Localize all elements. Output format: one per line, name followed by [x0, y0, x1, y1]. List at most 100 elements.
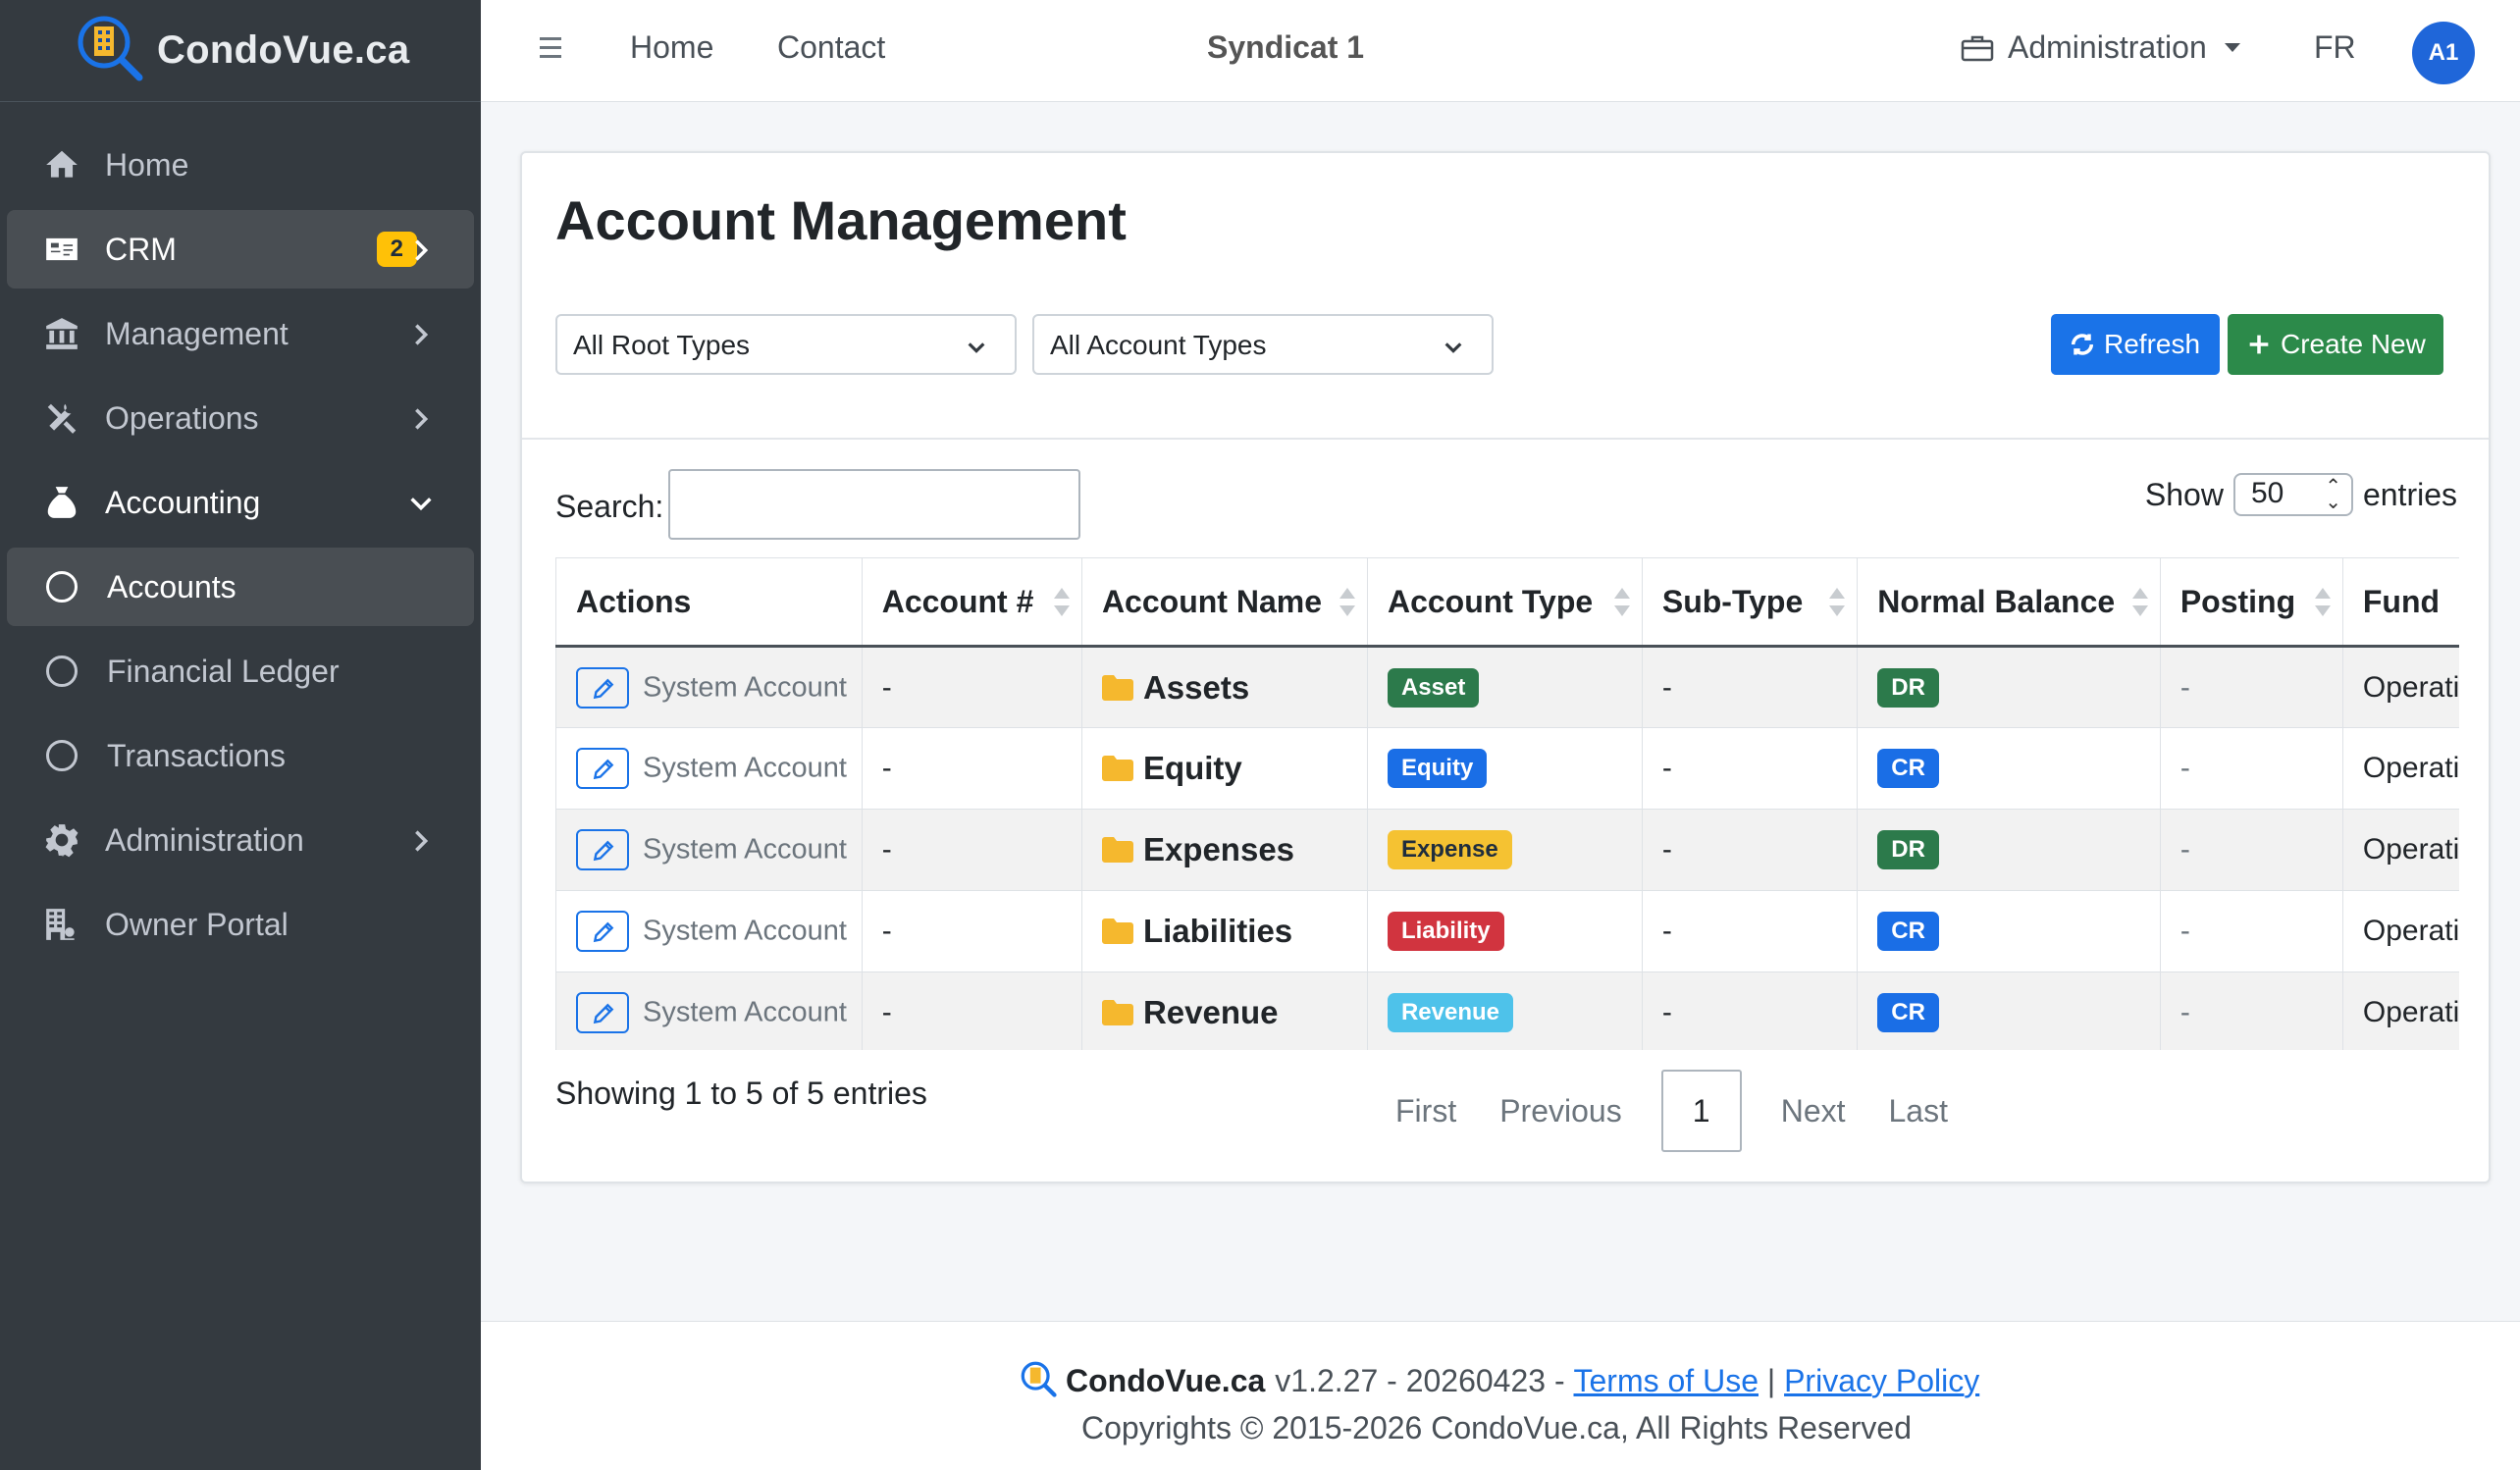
- table-row: System Account - Equity Equity - CR - Op…: [555, 727, 2459, 810]
- folder-icon: [1101, 837, 1133, 863]
- nav-home-link[interactable]: Home: [630, 29, 713, 66]
- edit-button[interactable]: [576, 992, 629, 1033]
- briefcase-icon: [1961, 35, 1994, 61]
- sidebar-item-management[interactable]: Management: [7, 294, 474, 373]
- account-management-card: Account Management All Root Types All Ac…: [520, 151, 2491, 1183]
- current-page-button[interactable]: 1: [1660, 1070, 1742, 1152]
- sidebar-item-label: Accounts: [107, 568, 236, 604]
- account-name-cell[interactable]: Liabilities: [1080, 890, 1368, 972]
- page-length-value: 50: [2250, 477, 2284, 509]
- tools-icon: [42, 398, 81, 438]
- sidebar-item-financial-ledger[interactable]: Financial Ledger: [7, 632, 474, 710]
- chevron-right-icon: [407, 236, 435, 263]
- account-type-badge: Expense: [1387, 830, 1512, 869]
- folder-icon: [1101, 1000, 1133, 1025]
- sub-type-cell: -: [1641, 809, 1859, 891]
- column-header-normal-balance[interactable]: Normal Balance: [1857, 557, 2161, 648]
- administration-dropdown[interactable]: Administration: [1961, 29, 2240, 66]
- privacy-policy-link[interactable]: Privacy Policy: [1784, 1363, 1979, 1399]
- account-type-value: All Account Types: [1050, 330, 1267, 360]
- account-type-cell: Asset: [1366, 646, 1643, 728]
- hamburger-menu-icon[interactable]: [540, 37, 563, 61]
- sidebar-item-label: Operations: [105, 399, 259, 436]
- table-row: System Account - Revenue Revenue - CR - …: [555, 971, 2459, 1050]
- root-type-value: All Root Types: [573, 330, 751, 360]
- sidebar-item-label: CRM: [105, 231, 177, 267]
- edit-button[interactable]: [576, 748, 629, 789]
- sidebar-item-label: Financial Ledger: [107, 653, 340, 689]
- fund-cell: Operating: [2341, 809, 2459, 891]
- normal-balance-cell: CR: [1857, 971, 2161, 1050]
- footer-brand: CondoVue.ca: [1066, 1362, 1266, 1398]
- topbar: Home Contact Syndicat 1 Administration F…: [481, 0, 2520, 102]
- footer-version: v1.2.27 - 20260423 -: [1275, 1362, 1565, 1398]
- sidebar-item-administration[interactable]: Administration: [7, 801, 474, 879]
- nav-contact-link[interactable]: Contact: [777, 29, 885, 66]
- account-type-badge: Equity: [1387, 749, 1488, 788]
- sidebar-item-operations[interactable]: Operations: [7, 379, 474, 457]
- account-number-cell: -: [861, 971, 1082, 1050]
- column-header-sub-type[interactable]: Sub-Type: [1641, 557, 1859, 648]
- page-length-select[interactable]: 50 ⌃ ⌄: [2232, 473, 2353, 516]
- chevron-down-icon: [966, 334, 987, 355]
- normal-balance-badge: DR: [1877, 667, 1939, 708]
- language-toggle[interactable]: FR: [2314, 29, 2356, 66]
- account-type-badge: Revenue: [1387, 993, 1513, 1032]
- organization-title: Syndicat 1: [1207, 29, 1365, 65]
- edit-button[interactable]: [576, 666, 629, 709]
- footer-copyright: Copyrights © 2015-2026 CondoVue.ca, All …: [1081, 1410, 1912, 1445]
- chevron-right-icon: [407, 320, 435, 347]
- column-header-account-name[interactable]: Account Name: [1080, 557, 1368, 648]
- chevron-down-icon: [1443, 334, 1464, 355]
- account-type-select[interactable]: All Account Types: [1032, 314, 1494, 375]
- brand[interactable]: CondoVue.ca: [0, 0, 481, 102]
- pencil-icon: [593, 759, 614, 780]
- sidebar-item-accounts[interactable]: Accounts: [7, 548, 474, 626]
- column-header-fund[interactable]: Fund: [2341, 557, 2459, 648]
- brand-logo-icon: [73, 11, 153, 91]
- fund-cell: Operating: [2341, 646, 2459, 728]
- pencil-icon: [593, 921, 614, 943]
- sub-type-cell: -: [1641, 646, 1859, 728]
- sidebar-item-home[interactable]: Home: [7, 126, 474, 204]
- sidebar-item-label: Management: [105, 315, 289, 351]
- account-name-cell[interactable]: Equity: [1080, 727, 1368, 810]
- terms-of-use-link[interactable]: Terms of Use: [1574, 1363, 1759, 1399]
- create-new-button[interactable]: Create New: [2228, 314, 2443, 375]
- account-name-cell[interactable]: Revenue: [1080, 971, 1368, 1050]
- footer-version-line: CondoVue.ca v1.2.27 - 20260423 - Terms o…: [1019, 1359, 1979, 1402]
- table-info: Showing 1 to 5 of 5 entries: [555, 1076, 927, 1111]
- building-user-icon: [42, 905, 81, 944]
- account-name-cell[interactable]: Assets: [1080, 646, 1368, 728]
- column-header-account-type[interactable]: Account Type: [1366, 557, 1643, 648]
- edit-button[interactable]: [576, 911, 629, 952]
- edit-button[interactable]: [576, 829, 629, 870]
- fund-cell: Operating: [2341, 890, 2459, 972]
- gear-icon: [42, 820, 81, 860]
- sidebar-item-accounting[interactable]: Accounting: [7, 463, 474, 542]
- sidebar-item-crm[interactable]: CRM 2: [7, 210, 474, 289]
- search-input[interactable]: [668, 469, 1080, 540]
- account-name-cell[interactable]: Expenses: [1080, 809, 1368, 891]
- sidebar-item-transactions[interactable]: Transactions: [7, 716, 474, 795]
- sub-type-cell: -: [1641, 890, 1859, 972]
- first-page-button[interactable]: First: [1374, 1093, 1478, 1129]
- refresh-button[interactable]: Refresh: [2051, 314, 2220, 375]
- column-header-posting[interactable]: Posting: [2159, 557, 2343, 648]
- page-length-control: Show 50 ⌃ ⌄ entries: [2145, 473, 2457, 516]
- actions-cell: System Account: [555, 971, 863, 1050]
- account-number-cell: -: [861, 809, 1082, 891]
- last-page-button[interactable]: Last: [1867, 1093, 1969, 1129]
- next-page-button[interactable]: Next: [1759, 1093, 1867, 1129]
- actions-cell: System Account: [555, 727, 863, 810]
- sidebar-item-owner-portal[interactable]: Owner Portal: [7, 885, 474, 964]
- accounts-table-wrapper[interactable]: Actions Account # Account Name Account T…: [555, 557, 2459, 1050]
- previous-page-button[interactable]: Previous: [1478, 1093, 1644, 1129]
- root-type-select[interactable]: All Root Types: [555, 314, 1017, 375]
- id-card-icon: [42, 230, 81, 269]
- user-avatar[interactable]: A1: [2412, 22, 2475, 84]
- page-title: Account Management: [555, 189, 1127, 251]
- column-header-account-number[interactable]: Account #: [861, 557, 1082, 648]
- sort-icon: [1829, 588, 1846, 617]
- folder-icon: [1101, 919, 1133, 944]
